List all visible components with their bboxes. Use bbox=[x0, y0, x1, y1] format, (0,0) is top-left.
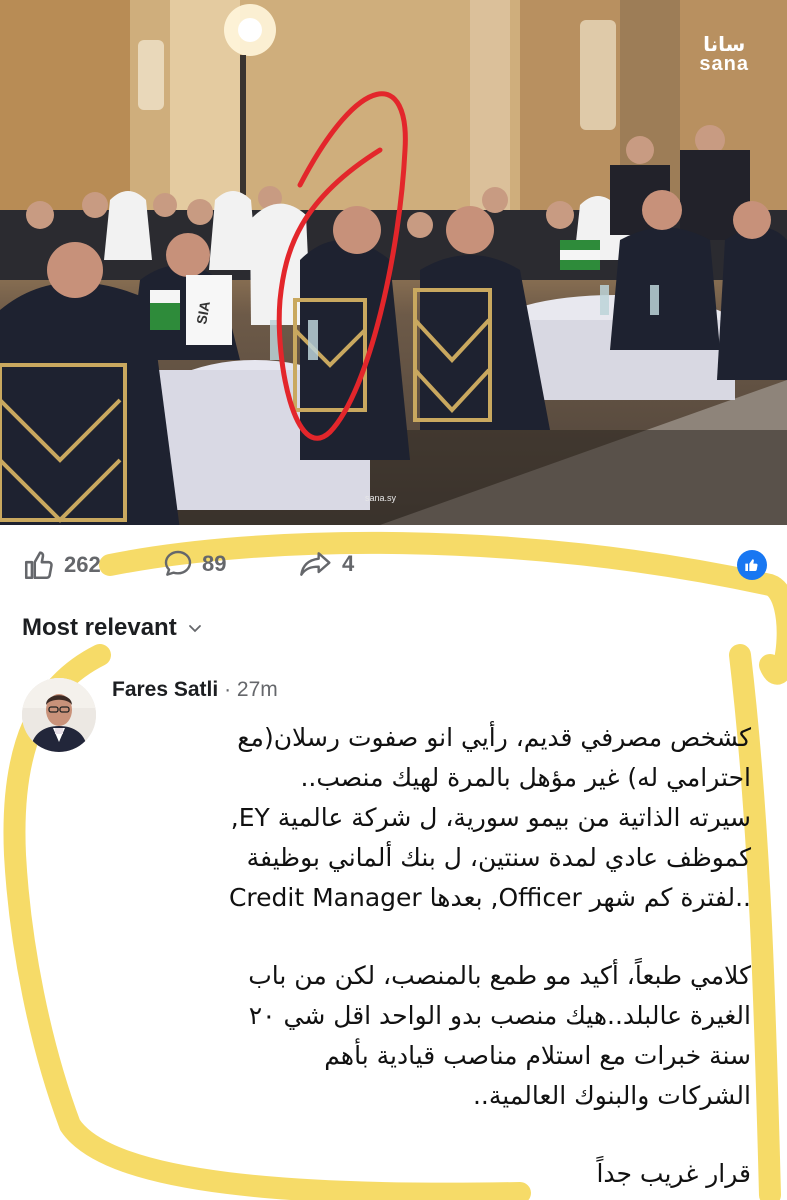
comment-line: قرار غريب جداً bbox=[596, 1159, 751, 1188]
comment-button[interactable]: 89 bbox=[162, 548, 226, 580]
comment-text: كشخص مصرفي قديم، رأيي انو صفوت رسلان(مع … bbox=[112, 718, 751, 1194]
comment-line: سنة خبرات مع استلام مناصب قيادية بأهم bbox=[324, 1041, 751, 1070]
chevron-down-icon bbox=[188, 625, 201, 633]
watermark-latin: sana bbox=[699, 53, 749, 75]
separator-dot: · bbox=[224, 678, 232, 701]
thumbs-up-icon bbox=[745, 559, 758, 572]
watermark-arabic: سانا bbox=[703, 32, 746, 56]
facebook-like-badge[interactable] bbox=[737, 550, 767, 580]
share-count: 4 bbox=[342, 551, 355, 576]
comment-count: 89 bbox=[202, 551, 227, 576]
speech-bubble-icon bbox=[164, 550, 192, 576]
comment-line: كموظف عادي لمدة سنتين، ل بنك ألماني بوظي… bbox=[246, 843, 751, 872]
comment-header: Fares Satli · 27m bbox=[112, 678, 278, 702]
comment-sort-dropdown[interactable]: Most relevant bbox=[22, 614, 203, 642]
news-photo[interactable]: SIA سانا sana sana.sy bbox=[0, 0, 787, 525]
sana-watermark: سانا sana bbox=[699, 34, 749, 74]
reaction-bar: 262 89 4 bbox=[22, 548, 767, 584]
comment-line: الغيرة عالبلد..هيك منصب بدو الواحد اقل ش… bbox=[248, 1001, 751, 1030]
comment-timestamp[interactable]: 27m bbox=[237, 678, 278, 701]
avatar[interactable] bbox=[22, 678, 96, 752]
event-photo-illustration: SIA bbox=[0, 0, 787, 525]
comment-line: كشخص مصرفي قديم، رأيي انو صفوت رسلان(مع bbox=[237, 723, 751, 752]
sort-label: Most relevant bbox=[22, 614, 177, 641]
comment-line: احترامي له) غير مؤهل بالمرة لهيك منصب.. bbox=[300, 763, 751, 792]
thumbs-up-icon bbox=[24, 551, 53, 580]
comment-line: سيرته الذاتية من بيمو سورية، ل شركة عالم… bbox=[230, 803, 751, 832]
comment-line: كلامي طبعاً، أكيد مو طمع بالمنصب، لكن من… bbox=[248, 961, 751, 990]
photo-credit: sana.sy bbox=[365, 493, 397, 503]
profile-photo-illustration bbox=[22, 678, 96, 752]
like-button[interactable]: 262 bbox=[22, 548, 101, 582]
comment-line: الشركات والبنوك العالمية.. bbox=[472, 1081, 751, 1110]
share-button[interactable]: 4 bbox=[298, 548, 354, 580]
comment-line: Credit Manager بعدها ,Officer لفترة كم ش… bbox=[228, 883, 751, 912]
like-count: 262 bbox=[64, 552, 101, 577]
comment-author[interactable]: Fares Satli bbox=[112, 678, 218, 701]
share-arrow-icon bbox=[300, 552, 331, 576]
